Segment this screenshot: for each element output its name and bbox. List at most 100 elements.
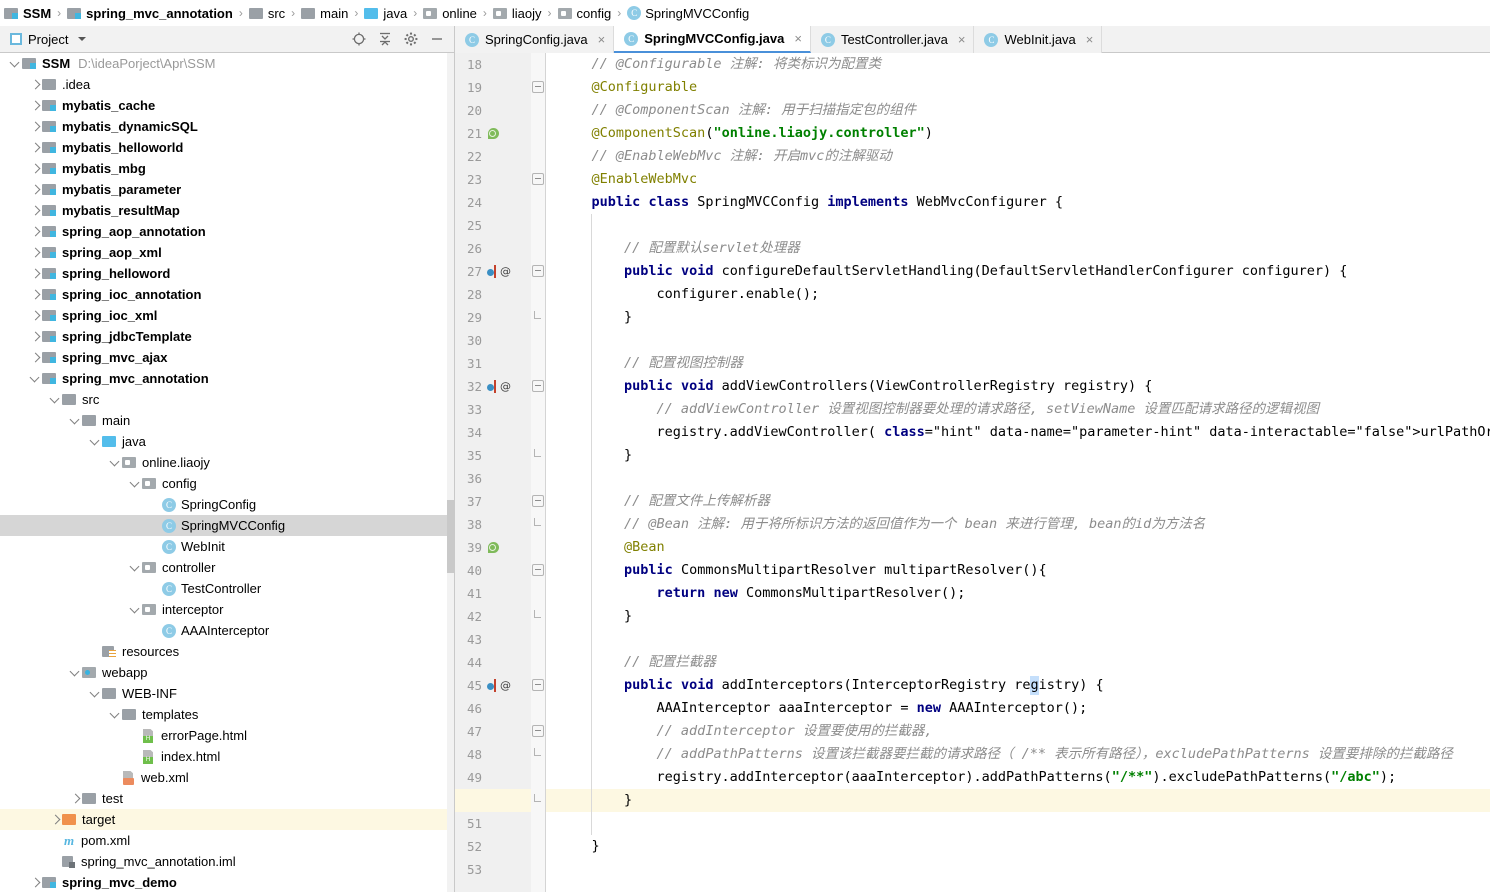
code-line-21[interactable]: @ComponentScan("online.liaojy.controller… <box>546 122 933 145</box>
project-tree[interactable]: SSM D:\ideaPorject\Apr\SSM .idea mybatis_ca… <box>0 53 447 892</box>
chevron-right-icon[interactable] <box>28 99 42 113</box>
locate-in-tree-icon[interactable] <box>351 31 367 47</box>
code-line-44[interactable]: // 配置拦截器 <box>546 651 716 674</box>
breadcrumb-item-spring-mvc-annotation[interactable]: spring_mvc_annotation <box>65 0 235 26</box>
fold-collapse-icon[interactable] <box>532 380 544 392</box>
project-panel-title-group[interactable]: Project <box>0 32 87 47</box>
tree-item-web-inf[interactable]: WEB-INF <box>0 683 447 704</box>
fold-collapse-icon[interactable] <box>532 564 544 576</box>
tree-item-pom-xml[interactable]: m pom.xml <box>0 830 447 851</box>
code-line-32[interactable]: public void addViewControllers(ViewContr… <box>546 375 1152 398</box>
code-line-29[interactable]: } <box>546 306 632 329</box>
fold-collapse-icon[interactable] <box>532 81 544 93</box>
bean-icon[interactable] <box>487 541 500 554</box>
tree-item-controller[interactable]: controller <box>0 557 447 578</box>
chevron-down-icon[interactable] <box>68 414 82 428</box>
gutter-line-48[interactable]: 48 <box>455 743 531 766</box>
code-line-35[interactable]: } <box>546 444 632 467</box>
tree-item-mybatis-mbg[interactable]: mybatis_mbg <box>0 158 447 179</box>
gutter-line-27[interactable]: 27 @ <box>455 260 531 283</box>
chevron-down-icon[interactable] <box>78 37 87 41</box>
collapse-all-icon[interactable] <box>377 31 393 47</box>
breadcrumb-item-main[interactable]: main <box>299 0 350 26</box>
gutter-line-35[interactable]: 35 <box>455 444 531 467</box>
gutter-line-29[interactable]: 29 <box>455 306 531 329</box>
chevron-right-icon[interactable] <box>28 225 42 239</box>
chevron-down-icon[interactable] <box>28 372 42 386</box>
code-line-27[interactable]: public void configureDefaultServletHandl… <box>546 260 1347 283</box>
gutter-line-28[interactable]: 28 <box>455 283 531 306</box>
gutter-line-40[interactable]: 40 <box>455 559 531 582</box>
editor-tab-springmvcconfig-java[interactable]: C SpringMVCConfig.java × <box>614 26 811 53</box>
chevron-right-icon[interactable] <box>28 246 42 260</box>
code-line-40[interactable]: public CommonsMultipartResolver multipar… <box>546 559 1047 582</box>
fold-collapse-icon[interactable] <box>532 265 544 277</box>
tree-item-spring-mvc-demo[interactable]: spring_mvc_demo <box>0 872 447 892</box>
tree-item-spring-aop-annotation[interactable]: spring_aop_annotation <box>0 221 447 242</box>
chevron-right-icon[interactable] <box>28 309 42 323</box>
gutter-line-33[interactable]: 33 <box>455 398 531 421</box>
tree-item-target[interactable]: target <box>0 809 447 830</box>
gutter-line-21[interactable]: 21 <box>455 122 531 145</box>
gutter-line-45[interactable]: 45 @ <box>455 674 531 697</box>
gutter-line-24[interactable]: 24 <box>455 191 531 214</box>
close-icon[interactable]: × <box>958 32 966 47</box>
code-content[interactable]: // @Configurable 注解: 将类标识为配置类 @Configura… <box>546 53 1490 892</box>
gutter-line-22[interactable]: 22 <box>455 145 531 168</box>
breadcrumb-item-springmvcconfig[interactable]: C SpringMVCConfig <box>625 0 751 26</box>
gutter-line-32[interactable]: 32 @ <box>455 375 531 398</box>
tree-item-interceptor[interactable]: interceptor <box>0 599 447 620</box>
code-line-31[interactable]: // 配置视图控制器 <box>546 352 743 375</box>
code-editor[interactable]: 18 19 20 21 22 23 24 25 26 27 @28 29 30 31 32 @33 34 35 36… <box>455 53 1490 892</box>
gutter-line-52[interactable]: 52 <box>455 835 531 858</box>
chevron-right-icon[interactable] <box>68 792 82 806</box>
gutter-line-19[interactable]: 19 <box>455 76 531 99</box>
code-line-23[interactable]: @EnableWebMvc <box>546 168 698 191</box>
breadcrumb-item-online[interactable]: online <box>421 0 479 26</box>
breadcrumb-item-ssm[interactable]: SSM <box>2 0 53 26</box>
tree-item-springmvcconfig[interactable]: C SpringMVCConfig <box>0 515 447 536</box>
chevron-right-icon[interactable] <box>28 288 42 302</box>
tree-item-mybatis-cache[interactable]: mybatis_cache <box>0 95 447 116</box>
override-icon[interactable] <box>487 679 498 692</box>
tree-item-webapp[interactable]: webapp <box>0 662 447 683</box>
chevron-down-icon[interactable] <box>8 57 22 71</box>
code-line-51[interactable] <box>546 812 559 835</box>
code-line-37[interactable]: // 配置文件上传解析器 <box>546 490 770 513</box>
code-line-28[interactable]: configurer.enable(); <box>546 283 820 306</box>
code-line-26[interactable]: // 配置默认servlet处理器 <box>546 237 800 260</box>
gutter-line-36[interactable]: 36 <box>455 467 531 490</box>
gutter-line-20[interactable]: 20 <box>455 99 531 122</box>
gutter-line-37[interactable]: 37 <box>455 490 531 513</box>
chevron-down-icon[interactable] <box>128 561 142 575</box>
code-line-49[interactable]: registry.addInterceptor(aaaInterceptor).… <box>546 766 1397 789</box>
chevron-right-icon[interactable] <box>28 330 42 344</box>
editor-gutter[interactable]: 18 19 20 21 22 23 24 25 26 27 @28 29 30 31 32 @33 34 35 36… <box>455 53 531 892</box>
tree-item-config[interactable]: config <box>0 473 447 494</box>
tree-item-spring-mvc-annotation[interactable]: spring_mvc_annotation <box>0 368 447 389</box>
gutter-line-41[interactable]: 41 <box>455 582 531 605</box>
gutter-line-38[interactable]: 38 <box>455 513 531 536</box>
tree-item-resources[interactable]: resources <box>0 641 447 662</box>
tree-item-test[interactable]: test <box>0 788 447 809</box>
override-icon[interactable] <box>487 380 498 393</box>
code-line-46[interactable]: AAAInterceptor aaaInterceptor = new AAAI… <box>546 697 1088 720</box>
code-line-33[interactable]: // addViewController 设置视图控制器要处理的请求路径, se… <box>546 398 1319 421</box>
code-line-24[interactable]: public class SpringMVCConfig implements … <box>546 191 1063 214</box>
bean-icon[interactable] <box>487 127 500 140</box>
chevron-right-icon[interactable] <box>48 813 62 827</box>
code-line-52[interactable]: } <box>546 835 600 858</box>
code-line-34[interactable]: registry.addViewController( class="hint"… <box>546 421 1490 444</box>
editor-tab-springconfig-java[interactable]: C SpringConfig.java × <box>455 26 615 53</box>
override-icon[interactable] <box>487 265 498 278</box>
fold-collapse-icon[interactable] <box>532 173 544 185</box>
code-line-48[interactable]: // addPathPatterns 设置该拦截器要拦截的请求路径（ /** 表… <box>546 743 1453 766</box>
code-line-36[interactable] <box>546 467 559 490</box>
tree-item-mybatis-parameter[interactable]: mybatis_parameter <box>0 179 447 200</box>
chevron-right-icon[interactable] <box>28 351 42 365</box>
fold-end-icon[interactable] <box>532 794 544 806</box>
tree-item-spring-jdbctemplate[interactable]: spring_jdbcTemplate <box>0 326 447 347</box>
tree-item-index-html[interactable]: index.html <box>0 746 447 767</box>
tree-item-ssm[interactable]: SSM D:\ideaPorject\Apr\SSM <box>0 53 447 74</box>
gutter-line-46[interactable]: 46 <box>455 697 531 720</box>
